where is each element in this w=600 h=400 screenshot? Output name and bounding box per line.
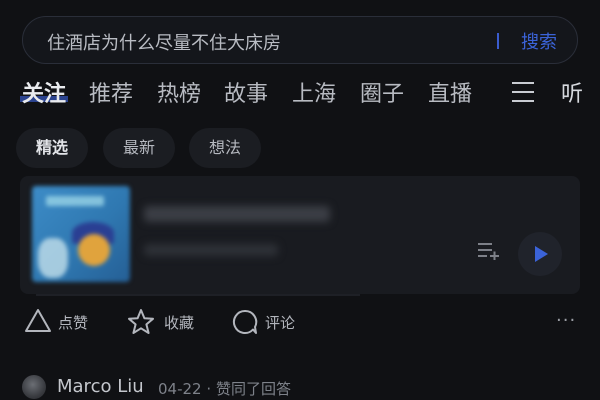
audio-card[interactable] [20,176,580,294]
tab-listen[interactable]: 听 [561,76,583,108]
comment-label: 评论 [265,314,296,332]
play-button[interactable] [518,232,562,276]
search-bar[interactable]: 住酒店为什么尽量不住大床房 搜索 [22,16,578,64]
activity-separator: · [206,380,212,398]
add-to-queue-icon[interactable] [478,242,500,260]
search-input[interactable]: 住酒店为什么尽量不住大床房 [47,29,281,55]
blurred-subtitle [144,244,278,256]
cover-image [32,186,130,282]
search-cursor-divider [497,33,499,49]
collect-label: 收藏 [164,314,195,332]
tab-follow[interactable]: 关注 [20,76,69,108]
like-icon [25,309,51,332]
divider [36,294,360,296]
chip-thoughts[interactable]: 想法 [189,128,262,168]
action-bar: 点赞 收藏 评论 [0,306,600,338]
top-tab-bar: 关注 推荐 热榜 故事 上海 圈子 直播 [0,76,600,116]
collect-button[interactable]: 收藏 [127,306,199,338]
comment-icon [232,309,258,334]
activity-action: 赞同了回答 [215,380,291,398]
tab-stories[interactable]: 故事 [224,76,268,108]
activity-row: Marco Liu 04-22 · 赞同了回答 [0,372,600,400]
tab-circles[interactable]: 圈子 [360,76,404,108]
like-button[interactable]: 点赞 [24,306,94,338]
tab-live[interactable]: 直播 [428,76,472,108]
chip-latest[interactable]: 最新 [103,128,176,168]
tab-hot[interactable]: 热榜 [157,76,201,108]
username[interactable]: Marco Liu [57,376,144,397]
chip-featured[interactable]: 精选 [16,128,89,168]
blurred-title [144,206,330,222]
more-icon[interactable]: ··· [556,306,580,336]
tab-shanghai[interactable]: 上海 [292,76,336,108]
play-icon [535,246,548,262]
menu-icon[interactable] [512,82,534,102]
like-label: 点赞 [58,314,89,332]
search-button[interactable]: 搜索 [521,28,557,54]
avatar[interactable] [22,375,46,399]
star-icon [128,309,154,334]
activity-date: 04-22 [158,380,202,398]
comment-button[interactable]: 评论 [231,306,301,338]
tab-label: 关注 [22,82,67,107]
activity-meta: 04-22 · 赞同了回答 [158,378,291,399]
tab-recommend[interactable]: 推荐 [89,76,133,108]
